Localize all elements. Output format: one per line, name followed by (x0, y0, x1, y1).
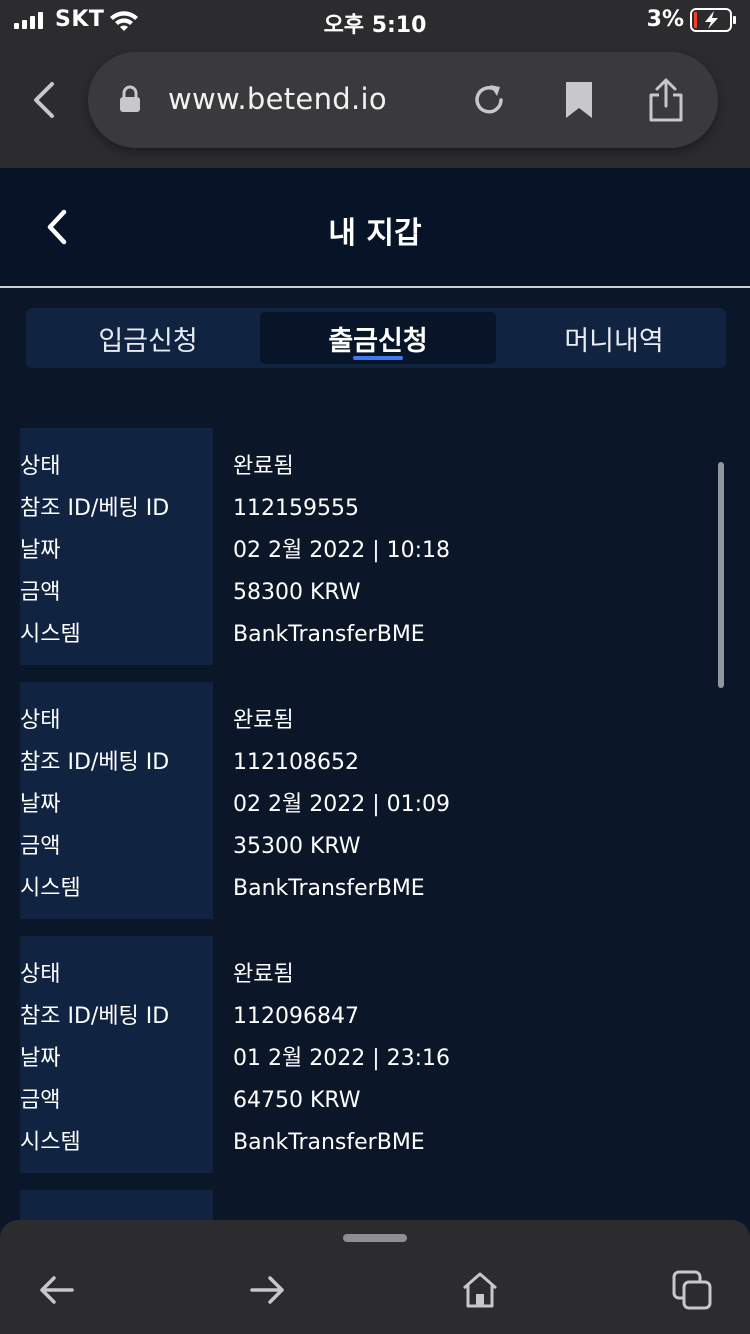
label-date: 날짜 (20, 792, 61, 817)
label-date: 날짜 (20, 538, 61, 563)
label-status: 상태 (20, 454, 61, 479)
value-date: 02 2월 2022 | 10:18 (233, 538, 451, 563)
label-ref-id: 참조 ID/베팅 ID (20, 750, 170, 775)
value-status: 완료됨 (233, 454, 294, 479)
browser-bottom-toolbar (0, 1220, 750, 1334)
label-amount: 금액 (20, 580, 61, 605)
value-amount: 58300 KRW (233, 580, 361, 605)
battery-percent: 3% (646, 7, 684, 32)
app-root: SKT 오후 5:10 3% www.betend.io 내 지갑 입금신청 출… (0, 0, 750, 1334)
address-bar[interactable]: www.betend.io (88, 52, 718, 148)
label-system: 시스템 (20, 876, 81, 901)
wallet-tabs: 입금신청 출금신청 머니내역 (26, 308, 726, 368)
label-status: 상태 (20, 708, 61, 733)
value-ref-id: 112159555 (233, 496, 359, 521)
label-ref-id: 참조 ID/베팅 ID (20, 1004, 170, 1029)
list-item: 상태 완료됨 참조 ID/베팅 ID 112108652 날짜 02 2월 20… (0, 682, 750, 919)
arrow-left-icon[interactable] (36, 1270, 76, 1310)
label-status: 상태 (20, 962, 61, 987)
grabber-handle[interactable] (343, 1234, 407, 1242)
reload-icon[interactable] (470, 81, 508, 119)
tab-withdraw-request[interactable]: 출금신청 (260, 312, 496, 364)
tab-money-history[interactable]: 머니내역 (496, 312, 732, 364)
status-bar: SKT 오후 5:10 3% (0, 0, 750, 44)
label-system: 시스템 (20, 1130, 81, 1155)
page-header: 내 지갑 (0, 168, 750, 288)
withdrawal-records-list[interactable]: 상태 완료됨 참조 ID/베팅 ID 112159555 날짜 02 2월 20… (0, 428, 750, 1220)
list-item (0, 1190, 750, 1220)
tabs-icon[interactable] (672, 1270, 712, 1310)
page-title: 내 지갑 (328, 216, 422, 251)
url-text[interactable]: www.betend.io (168, 82, 387, 116)
record-label-panel (20, 1190, 213, 1220)
chevron-left-icon[interactable] (28, 80, 60, 120)
tab-withdraw-label: 출금신청 (328, 325, 428, 357)
arrow-right-icon[interactable] (248, 1270, 288, 1310)
home-icon[interactable] (460, 1270, 500, 1310)
share-icon[interactable] (646, 76, 686, 124)
bookmark-icon[interactable] (562, 80, 596, 120)
label-ref-id: 참조 ID/베팅 ID (20, 496, 170, 521)
value-system: BankTransferBME (233, 1130, 425, 1155)
clock: 오후 5:10 (323, 13, 427, 38)
label-date: 날짜 (20, 1046, 61, 1071)
active-tab-indicator (353, 356, 403, 360)
browser-toolbar: www.betend.io (0, 44, 750, 168)
list-item: 상태 완료됨 참조 ID/베팅 ID 112096847 날짜 01 2월 20… (0, 936, 750, 1173)
lock-icon (120, 85, 140, 112)
label-amount: 금액 (20, 1088, 61, 1113)
value-status: 완료됨 (233, 962, 294, 987)
battery-charging-icon (690, 8, 736, 32)
label-amount: 금액 (20, 834, 61, 859)
list-item: 상태 완료됨 참조 ID/베팅 ID 112159555 날짜 02 2월 20… (0, 428, 750, 665)
value-ref-id: 112096847 (233, 1004, 359, 1029)
tab-deposit-request[interactable]: 입금신청 (30, 312, 266, 364)
label-system: 시스템 (20, 622, 81, 647)
value-system: BankTransferBME (233, 876, 425, 901)
value-date: 01 2월 2022 | 23:16 (233, 1046, 451, 1071)
value-system: BankTransferBME (233, 622, 425, 647)
value-status: 완료됨 (233, 708, 294, 733)
value-date: 02 2월 2022 | 01:09 (233, 792, 451, 817)
value-amount: 35300 KRW (233, 834, 361, 859)
value-ref-id: 112108652 (233, 750, 359, 775)
value-amount: 64750 KRW (233, 1088, 361, 1113)
scrollbar[interactable] (718, 462, 724, 688)
